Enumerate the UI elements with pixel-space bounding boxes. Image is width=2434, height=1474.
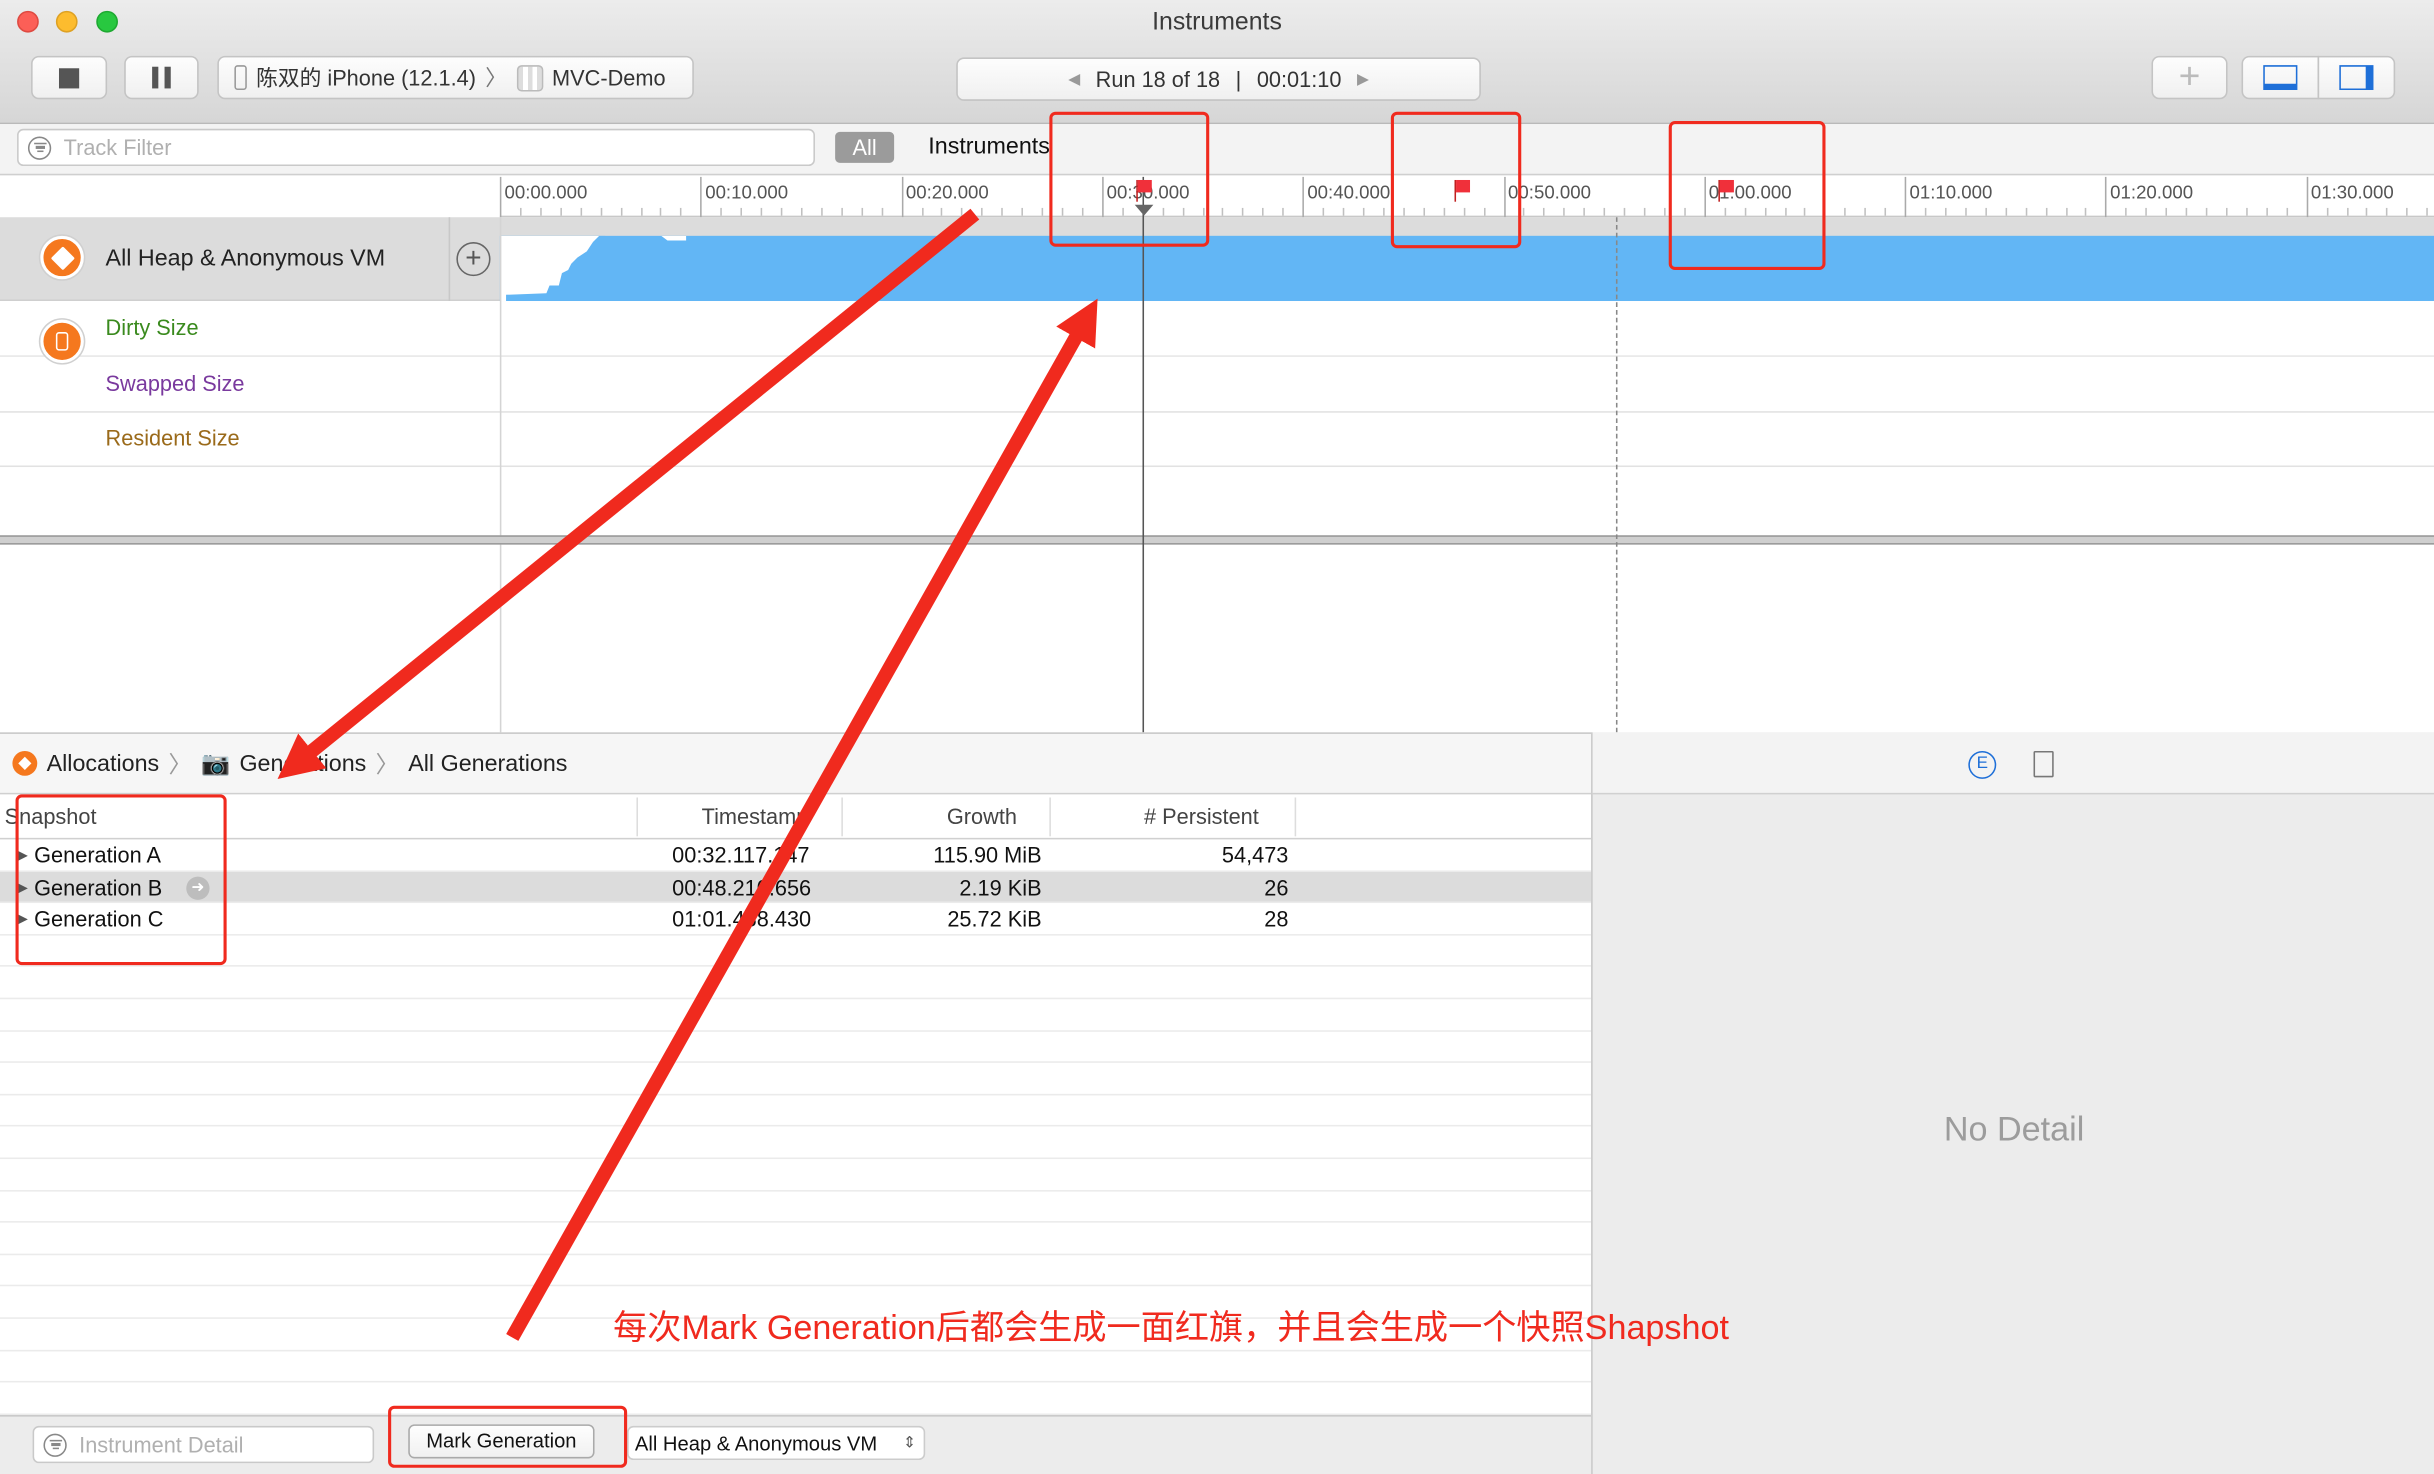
- annotation-caption: 每次Mark Generation后都会生成一面红旗，并且会生成一个快照Shap…: [613, 1307, 1729, 1347]
- annotation-arrows: [277, 208, 1098, 1341]
- instruments-window: Instruments 陈双的 iPhone (12.1.4) 〉 MVC-De…: [0, 0, 2434, 1474]
